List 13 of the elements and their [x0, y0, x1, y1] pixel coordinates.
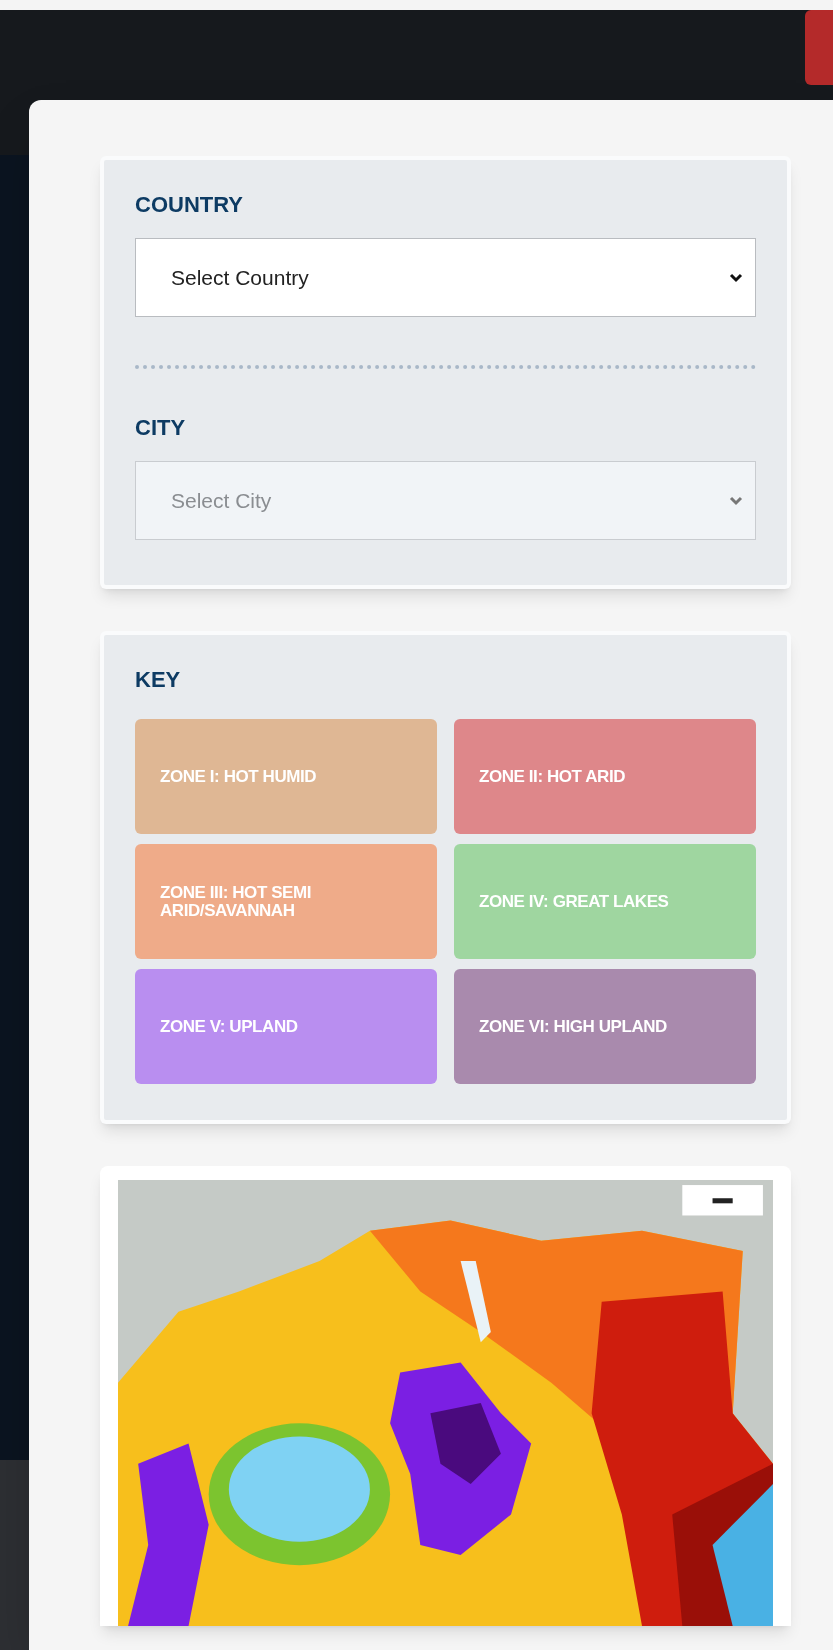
- chevron-icon: [729, 495, 743, 506]
- zone-tile: ZONE IV: GREAT LAKES: [454, 844, 756, 959]
- field-label: CITY: [135, 417, 187, 439]
- zone-tile: ZONE VI: HIGH UPLAND: [454, 969, 756, 1084]
- chevron-icon: [729, 272, 743, 283]
- select-dropdown[interactable]: Select Country: [135, 238, 756, 317]
- zone-tile: ZONE III: HOT SEMI ARID/SAVANNAH: [135, 844, 437, 959]
- zone-tile: ZONE I: HOT HUMID: [135, 719, 437, 834]
- zone-tile: ZONE V: UPLAND: [135, 969, 437, 1084]
- field-label: COUNTRY: [135, 194, 244, 216]
- header-button[interactable]: [805, 10, 833, 85]
- key-title: KEY: [135, 669, 182, 691]
- zone-tile: ZONE II: HOT ARID: [454, 719, 756, 834]
